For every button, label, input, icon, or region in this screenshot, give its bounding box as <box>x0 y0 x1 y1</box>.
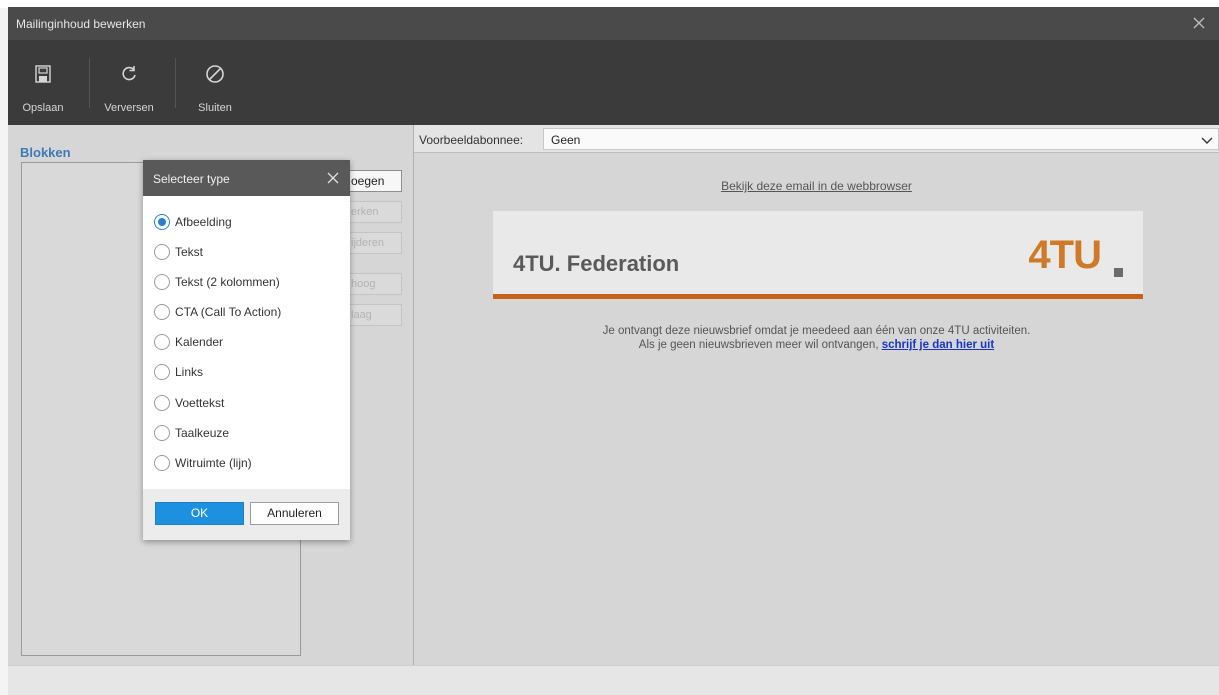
option-label: Kalender <box>175 335 224 349</box>
webbrowser-link[interactable]: Bekijk deze email in de webbrowser <box>414 179 1219 193</box>
radio-button[interactable] <box>154 455 170 471</box>
dialog-footer: OK Annuleren <box>143 489 350 540</box>
radio-button[interactable] <box>154 304 170 320</box>
refresh-button[interactable]: Verversen <box>90 40 168 125</box>
radio-button[interactable] <box>154 214 170 230</box>
status-bar <box>8 665 1219 695</box>
prohibit-icon <box>206 65 224 83</box>
cancel-button[interactable]: Annuleren <box>250 502 339 525</box>
banner-title: 4TU. Federation <box>513 251 680 276</box>
unsubscribe-link[interactable]: schrijf je dan hier uit <box>882 339 994 351</box>
dialog-title: Selecteer type <box>153 172 230 186</box>
notice-line-1: Je ontvangt deze nieuwsbrief omdat je me… <box>602 325 1031 337</box>
floppy-disk-icon <box>35 65 51 83</box>
option-label: Afbeelding <box>175 215 232 229</box>
chevron-down-icon <box>1201 137 1213 144</box>
title-bar: Mailinginhoud bewerken <box>8 7 1219 40</box>
4tu-logo: 4TU <box>1028 233 1102 277</box>
radio-button[interactable] <box>154 334 170 350</box>
close-icon[interactable] <box>326 171 340 185</box>
radio-button[interactable] <box>154 274 170 290</box>
unsubscribe-notice: Je ontvangt deze nieuwsbrief omdat je me… <box>414 324 1219 352</box>
radio-button[interactable] <box>154 364 170 380</box>
notice-prefix: Als je geen nieuwsbrieven meer wil ontva… <box>638 339 882 351</box>
select-type-dialog: Selecteer type Afbeelding Tekst Tekst (2… <box>143 160 350 540</box>
option-label: Tekst (2 kolommen) <box>175 275 280 289</box>
window-title: Mailinginhoud bewerken <box>16 17 146 31</box>
close-icon[interactable] <box>1189 13 1209 33</box>
subscriber-bar: Voorbeeldabonnee: Geen <box>414 125 1219 153</box>
option-label: Taalkeuze <box>175 426 230 440</box>
option-label: Witruimte (lijn) <box>175 456 252 470</box>
dialog-header: Selecteer type <box>143 160 350 196</box>
option-label: Tekst <box>175 245 204 259</box>
save-button[interactable]: Opslaan <box>8 40 78 125</box>
preview-pane: Voorbeeldabonnee: Geen Bekijk deze email… <box>414 125 1219 665</box>
subscriber-label: Voorbeeldabonnee: <box>419 133 524 147</box>
subscriber-select[interactable]: Geen <box>543 128 1219 150</box>
blocks-heading: Blokken <box>20 145 71 160</box>
subscriber-select-value: Geen <box>551 133 581 147</box>
newsletter-banner: 4TU. Federation 4TU <box>493 211 1143 299</box>
save-button-label: Opslaan <box>22 102 64 114</box>
radio-button[interactable] <box>154 395 170 411</box>
logo-dot <box>1114 268 1123 277</box>
notice-line-2: Als je geen nieuwsbrieven meer wil ontva… <box>414 338 1219 352</box>
refresh-icon <box>122 66 136 81</box>
refresh-button-label: Verversen <box>104 102 154 114</box>
option-label: CTA (Call To Action) <box>175 305 282 319</box>
toolbar: Opslaan Verversen Sluiten <box>8 40 1219 125</box>
radio-button[interactable] <box>154 244 170 260</box>
close-editor-button-label: Sluiten <box>198 102 232 114</box>
radio-button[interactable] <box>154 425 170 441</box>
close-editor-button[interactable]: Sluiten <box>176 40 254 125</box>
ok-button[interactable]: OK <box>155 502 244 525</box>
option-label: Voettekst <box>175 396 225 410</box>
option-label: Links <box>175 365 204 379</box>
